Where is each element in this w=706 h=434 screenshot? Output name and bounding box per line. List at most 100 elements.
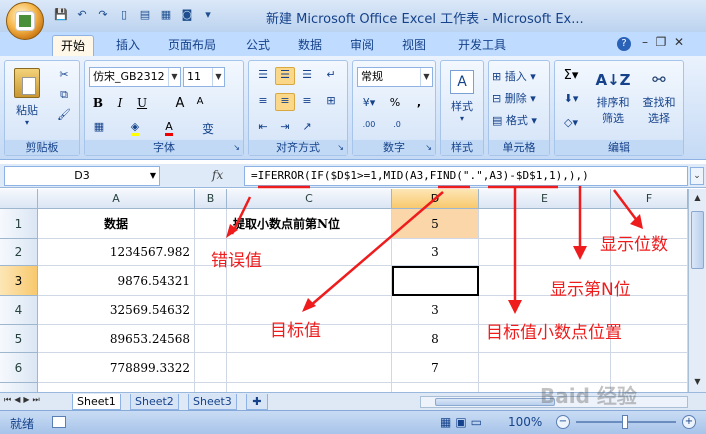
cell-d7[interactable]: 9 bbox=[392, 383, 479, 392]
zoom-level[interactable]: 100% bbox=[508, 415, 542, 429]
cell-b6[interactable] bbox=[195, 353, 227, 383]
format-cells-button[interactable]: ▤ 格式 ▾ bbox=[491, 111, 549, 129]
zoom-in-icon[interactable]: + bbox=[682, 415, 696, 429]
cell-e1[interactable] bbox=[479, 209, 611, 239]
select-all-corner[interactable] bbox=[0, 189, 38, 209]
cell-d4[interactable]: 3 bbox=[392, 296, 479, 325]
cell-e6[interactable] bbox=[479, 353, 611, 383]
save-icon[interactable]: 💾 bbox=[52, 6, 70, 24]
tab-view[interactable]: 视图 bbox=[394, 35, 434, 56]
cell-a3[interactable]: 9876.54321 bbox=[38, 266, 195, 296]
expand-formula-bar-icon[interactable]: ⌄ bbox=[690, 167, 704, 185]
column-header-a[interactable]: A bbox=[38, 189, 195, 209]
font-color-icon[interactable]: A bbox=[159, 119, 179, 137]
align-middle-icon[interactable]: ☰ bbox=[275, 67, 295, 85]
column-header-e[interactable]: E bbox=[479, 189, 611, 209]
autosum-button[interactable]: Σ▾ bbox=[559, 67, 583, 85]
scroll-up-icon[interactable]: ▲ bbox=[690, 191, 705, 205]
comma-button[interactable]: , bbox=[409, 95, 429, 113]
help-icon[interactable]: ? bbox=[617, 37, 631, 51]
orientation-icon[interactable]: ↗ bbox=[297, 119, 317, 137]
minimize-icon[interactable]: – bbox=[642, 35, 648, 49]
cell-b1[interactable] bbox=[195, 209, 227, 239]
tab-developer[interactable]: 开发工具 bbox=[450, 35, 514, 56]
name-box[interactable]: D3 ▼ bbox=[4, 166, 160, 186]
fill-icon[interactable]: ⬇▾ bbox=[559, 91, 583, 109]
increase-indent-icon[interactable]: ⇥ bbox=[275, 119, 295, 137]
dialog-launcher-icon[interactable]: ↘ bbox=[425, 140, 432, 155]
cell-c7[interactable] bbox=[227, 383, 392, 392]
cell-a2[interactable]: 1234567.982 bbox=[38, 239, 195, 266]
row-header-3[interactable]: 3 bbox=[0, 266, 38, 296]
office-button[interactable] bbox=[6, 2, 44, 40]
shrink-font-button[interactable]: A bbox=[191, 95, 209, 113]
redo-icon[interactable]: ↷ bbox=[94, 6, 112, 24]
row-header-4[interactable]: 4 bbox=[0, 296, 38, 325]
row-header-5[interactable]: 5 bbox=[0, 325, 38, 353]
bold-button[interactable]: B bbox=[89, 95, 107, 113]
cell-d6[interactable]: 7 bbox=[392, 353, 479, 383]
cell-b5[interactable] bbox=[195, 325, 227, 353]
clear-icon[interactable]: ◇▾ bbox=[559, 115, 583, 133]
cell-c1[interactable]: 提取小数点前第N位 bbox=[227, 209, 392, 239]
cell-a6[interactable]: 778899.3322 bbox=[38, 353, 195, 383]
sheet-tab-3[interactable]: Sheet3 bbox=[188, 394, 237, 410]
column-header-b[interactable]: B bbox=[195, 189, 227, 209]
tab-formulas[interactable]: 公式 bbox=[238, 35, 278, 56]
view-mode-icons[interactable]: ▦▣▭ bbox=[440, 415, 486, 429]
cell-d2[interactable]: 3 bbox=[392, 239, 479, 266]
tab-home[interactable]: 开始 bbox=[52, 35, 95, 56]
italic-button[interactable]: I bbox=[111, 95, 129, 113]
row-header-2[interactable]: 2 bbox=[0, 239, 38, 266]
cell-d5[interactable]: 8 bbox=[392, 325, 479, 353]
column-header-d[interactable]: D bbox=[392, 189, 479, 209]
cell-f4[interactable] bbox=[611, 296, 688, 325]
decrease-indent-icon[interactable]: ⇤ bbox=[253, 119, 273, 137]
cell-a1[interactable]: 数据 bbox=[38, 209, 195, 239]
row-header-6[interactable]: 6 bbox=[0, 353, 38, 383]
dialog-launcher-icon[interactable]: ↘ bbox=[337, 140, 344, 155]
macro-record-icon[interactable] bbox=[52, 416, 66, 428]
cell-d3-active[interactable] bbox=[392, 266, 479, 296]
zoom-slider-thumb[interactable] bbox=[622, 415, 628, 429]
new-doc-icon[interactable]: ▯ bbox=[115, 6, 133, 24]
zoom-out-icon[interactable]: − bbox=[556, 415, 570, 429]
camera-icon[interactable]: ◙ bbox=[178, 6, 196, 24]
format-painter-icon[interactable]: 🖌 bbox=[53, 107, 75, 125]
wrap-text-icon[interactable]: ↵ bbox=[321, 67, 341, 85]
insert-sheet-icon[interactable]: ✚ bbox=[246, 394, 268, 410]
tab-review[interactable]: 审阅 bbox=[342, 35, 382, 56]
row-header-7[interactable]: 7 bbox=[0, 383, 38, 392]
sheet-tab-1[interactable]: Sheet1 bbox=[72, 394, 121, 410]
align-bottom-icon[interactable]: ☰ bbox=[297, 67, 317, 85]
column-header-f[interactable]: F bbox=[611, 189, 688, 209]
tab-insert[interactable]: 插入 bbox=[108, 35, 148, 56]
borders-icon[interactable]: ▦ bbox=[89, 119, 109, 137]
font-family-select[interactable]: 仿宋_GB2312 ▼ bbox=[89, 67, 181, 87]
cell-a7[interactable]: 698765.3523 bbox=[38, 383, 195, 392]
styles-button[interactable]: A 样式 ▾ bbox=[445, 67, 479, 137]
column-header-c[interactable]: C bbox=[227, 189, 392, 209]
undo-icon[interactable]: ↶ bbox=[73, 6, 91, 24]
sheet-tab-2[interactable]: Sheet2 bbox=[130, 394, 179, 410]
cell-d1[interactable]: 5 bbox=[392, 209, 479, 239]
cut-icon[interactable]: ✂ bbox=[53, 67, 75, 85]
formula-input[interactable]: =IFERROR(IF($D$1>=1,MID(A3,FIND(".",A3)-… bbox=[244, 166, 688, 186]
delete-cells-button[interactable]: ⊟ 删除 ▾ bbox=[491, 89, 549, 107]
vertical-scrollbar[interactable]: ▲ ▼ bbox=[688, 189, 706, 392]
cell-f5[interactable] bbox=[611, 325, 688, 353]
phonetic-button[interactable]: 变 bbox=[197, 119, 219, 137]
insert-function-button[interactable]: fx bbox=[212, 168, 242, 184]
copy-icon[interactable]: ⧉ bbox=[53, 87, 75, 105]
align-left-icon[interactable]: ≡ bbox=[253, 93, 273, 111]
restore-icon[interactable]: ❐ bbox=[656, 35, 667, 49]
cell-b4[interactable] bbox=[195, 296, 227, 325]
close-icon[interactable]: ✕ bbox=[674, 35, 684, 49]
row-header-1[interactable]: 1 bbox=[0, 209, 38, 239]
cell-f6[interactable] bbox=[611, 353, 688, 383]
decrease-decimal-icon[interactable]: .0 bbox=[385, 119, 409, 137]
tab-data[interactable]: 数据 bbox=[290, 35, 330, 56]
sort-filter-button[interactable]: A↓Z 排序和 筛选 bbox=[591, 65, 635, 137]
print-icon[interactable]: ▦ bbox=[157, 6, 175, 24]
cell-a5[interactable]: 89653.24568 bbox=[38, 325, 195, 353]
